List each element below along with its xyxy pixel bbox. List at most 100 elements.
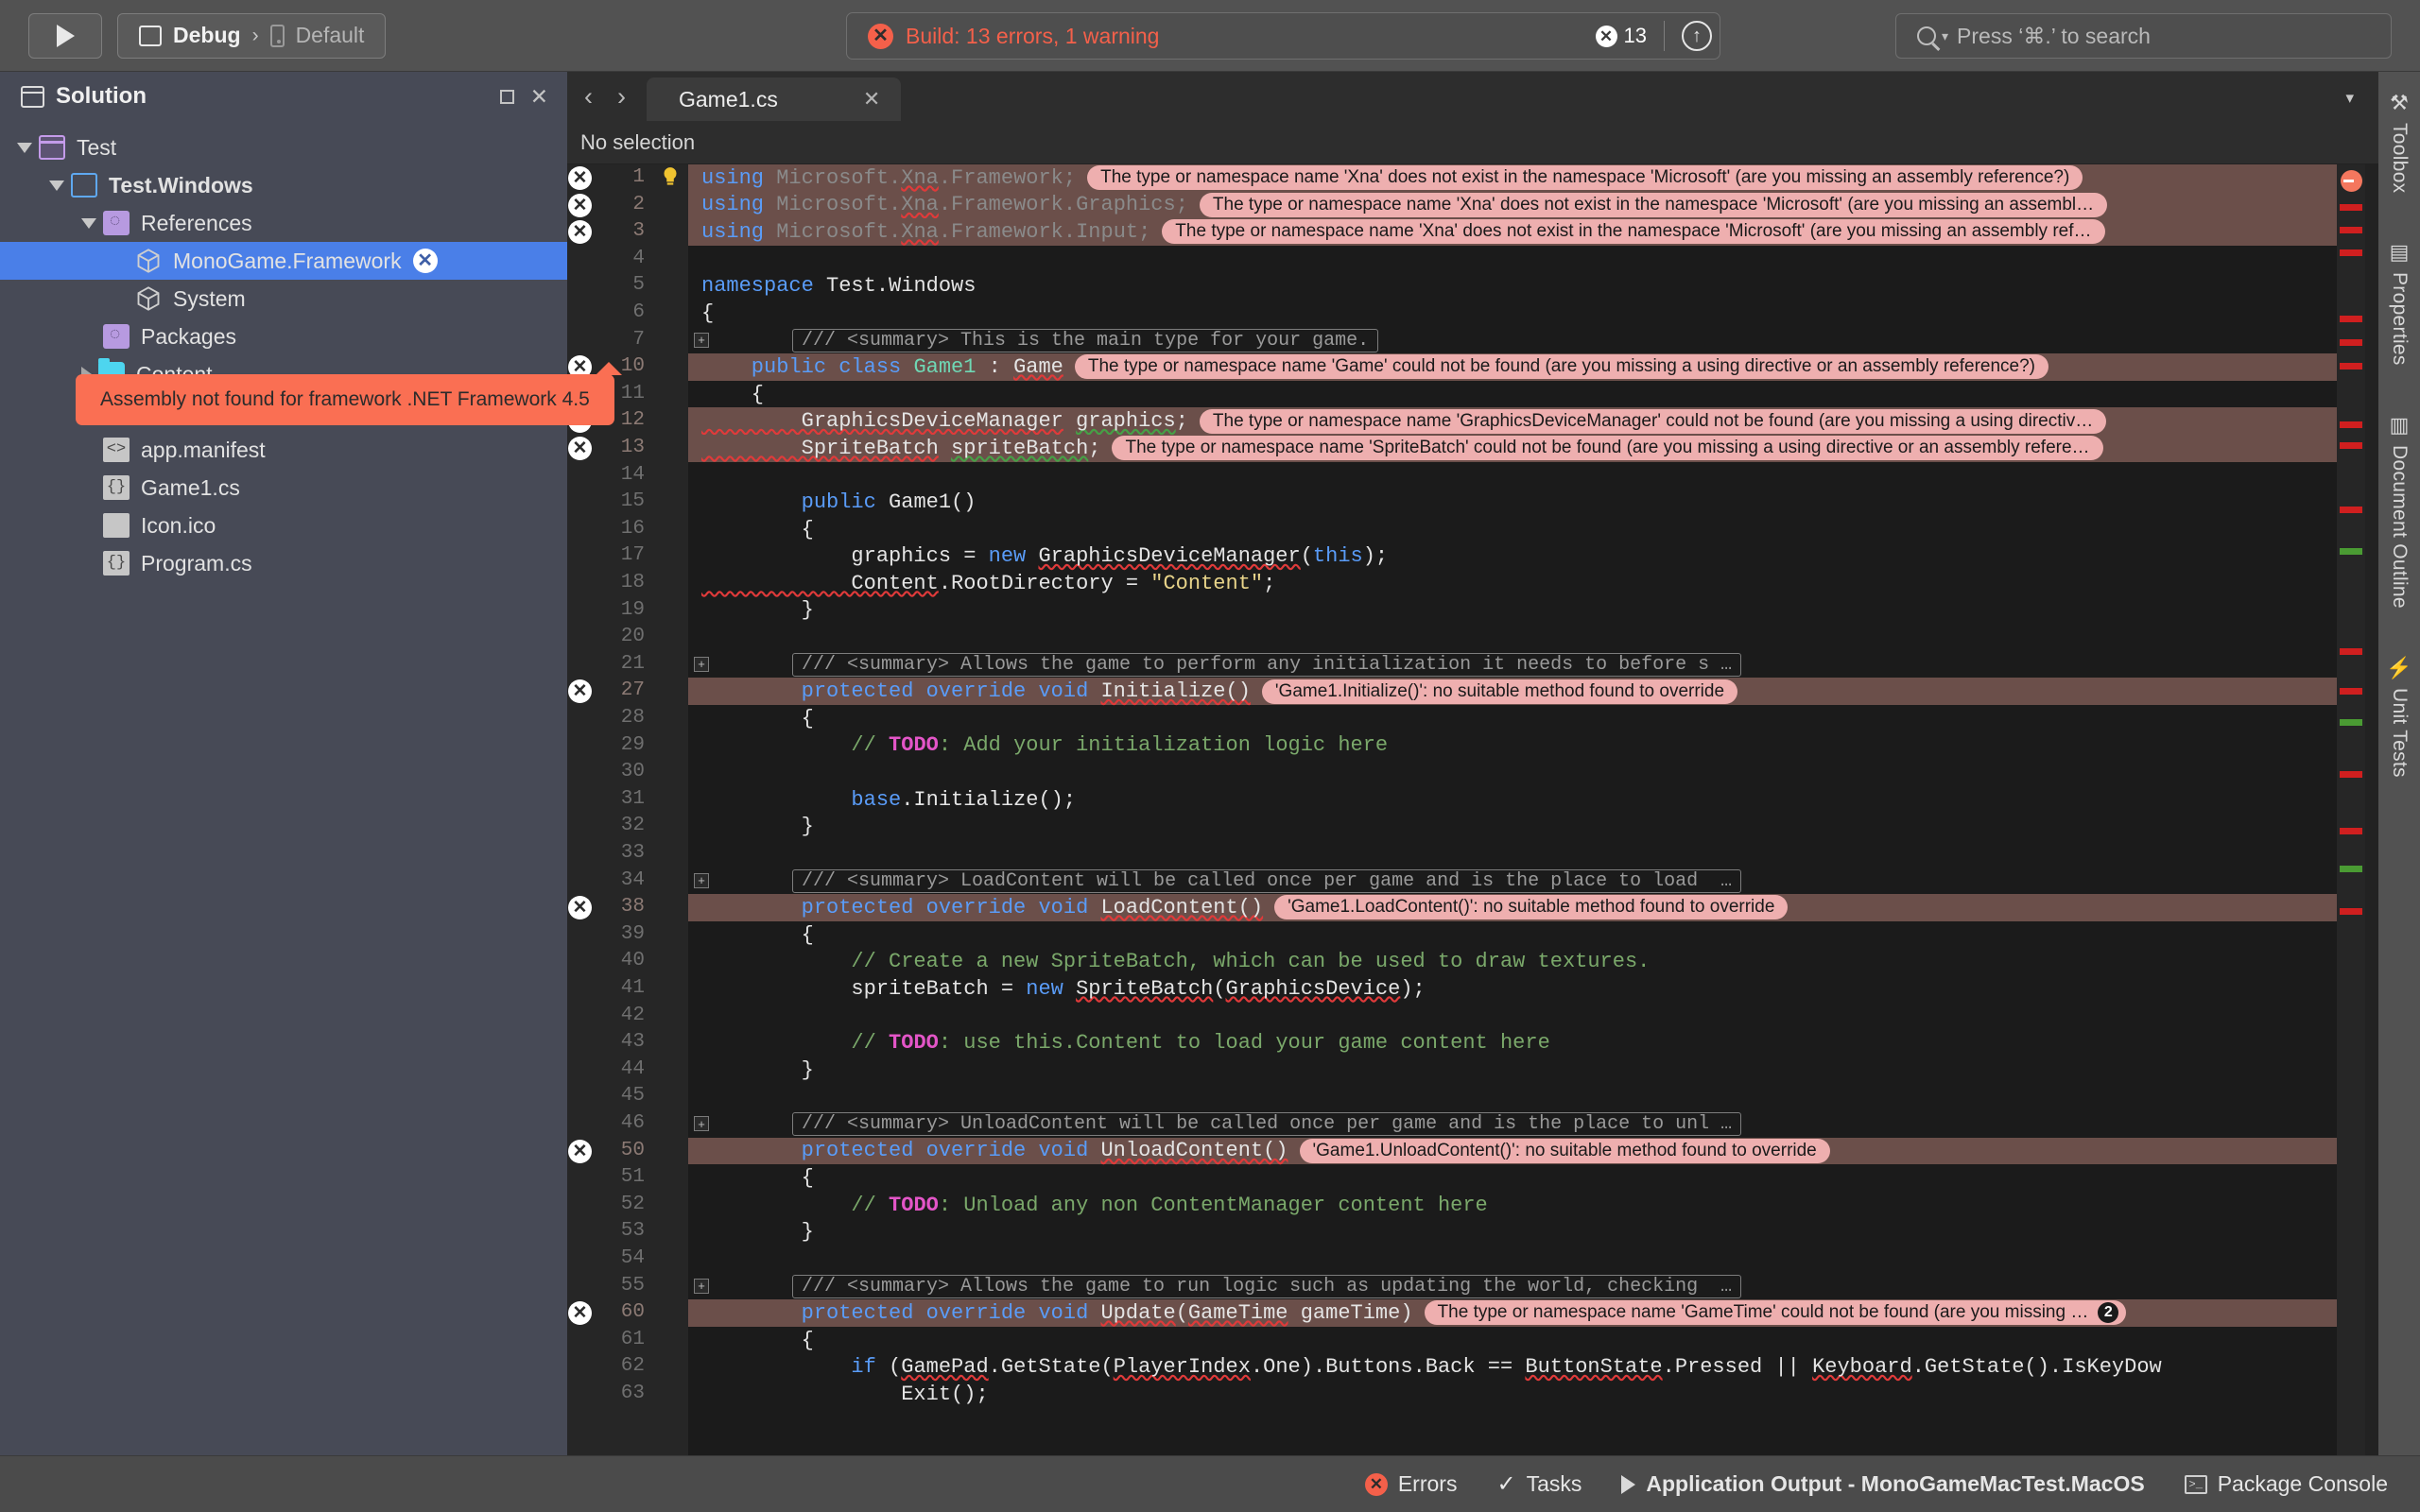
- tree-item-game1-cs[interactable]: {} Game1.cs: [0, 469, 567, 507]
- inline-error-message[interactable]: The type or namespace name 'GraphicsDevi…: [1199, 408, 2107, 434]
- marker-red[interactable]: [2340, 828, 2362, 834]
- code-line[interactable]: /// <summary> LoadContent will be called…: [688, 868, 2337, 895]
- code-line[interactable]: public class Game1 : Game The type or nam…: [688, 353, 2337, 381]
- status-application-output[interactable]: Application Output - MonoGameMacTest.Mac…: [1621, 1471, 2145, 1497]
- disclosure-triangle-icon[interactable]: [17, 142, 32, 153]
- tree-item-test-windows[interactable]: Test.Windows: [0, 166, 567, 204]
- rail-item-properties[interactable]: ▤ Properties: [2388, 242, 2411, 366]
- tree-item-test[interactable]: Test: [0, 129, 567, 166]
- code-line[interactable]: protected override void UnloadContent() '…: [688, 1137, 2337, 1165]
- marker-green[interactable]: [2340, 548, 2362, 555]
- inline-error-message[interactable]: The type or namespace name 'Xna' does no…: [1162, 219, 2105, 245]
- code-lines-container[interactable]: using Microsoft.Xna.Framework; The type o…: [688, 164, 2337, 1455]
- fold-expand-icon[interactable]: +: [694, 1116, 709, 1131]
- code-line[interactable]: if (GamePad.GetState(PlayerIndex.One).Bu…: [688, 1353, 2337, 1381]
- tree-item-references[interactable]: References: [0, 204, 567, 242]
- code-line[interactable]: Content.RootDirectory = "Content";: [688, 570, 2337, 597]
- code-line[interactable]: [688, 1003, 2337, 1030]
- code-line[interactable]: {: [688, 921, 2337, 949]
- code-line[interactable]: [688, 462, 2337, 490]
- back-icon[interactable]: ‹: [584, 84, 593, 110]
- breadcrumb[interactable]: No selection: [567, 121, 2378, 164]
- marker-red[interactable]: [2340, 442, 2362, 449]
- code-line[interactable]: // TODO: Add your initialization logic h…: [688, 732, 2337, 760]
- marker-red[interactable]: [2340, 316, 2362, 322]
- code-line[interactable]: // Create a new SpriteBatch, which can b…: [688, 948, 2337, 975]
- inline-error-message[interactable]: 'Game1.UnloadContent()': no suitable met…: [1299, 1138, 1830, 1163]
- code-line[interactable]: protected override void Update(GameTime …: [688, 1299, 2337, 1327]
- folded-summary[interactable]: /// <summary> UnloadContent will be call…: [792, 1112, 1742, 1137]
- marker-red[interactable]: [2340, 249, 2362, 256]
- marker-red[interactable]: [2340, 227, 2362, 233]
- status-tasks[interactable]: ✓ Tasks: [1496, 1470, 1582, 1498]
- folded-summary[interactable]: /// <summary> Allows the game to run log…: [792, 1274, 1742, 1298]
- code-line[interactable]: }: [688, 813, 2337, 840]
- marker-red[interactable]: [2340, 771, 2362, 778]
- marker-red[interactable]: [2340, 339, 2362, 346]
- run-button[interactable]: [28, 12, 102, 59]
- rail-item-toolbox[interactable]: ⚒ Toolbox: [2388, 93, 2411, 194]
- vertical-scrollbar[interactable]: [2365, 164, 2378, 1455]
- code-line[interactable]: spriteBatch = new SpriteBatch(GraphicsDe…: [688, 975, 2337, 1003]
- code-line[interactable]: public Game1(): [688, 489, 2337, 516]
- tab-game1-cs[interactable]: Game1.cs ✕: [647, 77, 902, 121]
- rail-item-document-outline[interactable]: ▥ Document Outline: [2388, 415, 2411, 609]
- code-line[interactable]: /// <summary> Allows the game to run log…: [688, 1273, 2337, 1300]
- code-line[interactable]: [688, 1246, 2337, 1273]
- tree-item-system[interactable]: System: [0, 280, 567, 318]
- lightbulb-icon[interactable]: [658, 165, 683, 190]
- tree-item-packages[interactable]: Packages: [0, 318, 567, 355]
- line-error-icon[interactable]: ✕: [568, 166, 592, 190]
- tree-item-monogame-framework[interactable]: MonoGame.Framework ✕: [0, 242, 567, 280]
- inline-error-message[interactable]: The type or namespace name 'Game' could …: [1074, 354, 2048, 380]
- disclosure-triangle-icon[interactable]: [81, 217, 96, 229]
- fold-expand-icon[interactable]: +: [694, 656, 709, 672]
- code-line[interactable]: Exit();: [688, 1381, 2337, 1408]
- rail-item-unit-tests[interactable]: ⚡ Unit Tests: [2386, 658, 2411, 778]
- error-marker-bar[interactable]: [2337, 164, 2365, 1455]
- code-line[interactable]: [688, 840, 2337, 868]
- code-line[interactable]: [688, 246, 2337, 273]
- code-line[interactable]: [688, 759, 2337, 786]
- inline-error-message[interactable]: The type or namespace name 'Xna' does no…: [1087, 165, 2083, 191]
- marker-red[interactable]: [2340, 688, 2362, 695]
- line-error-icon[interactable]: ✕: [568, 193, 592, 217]
- close-icon[interactable]: ✕: [530, 85, 548, 108]
- code-line[interactable]: // TODO: Unload any non ContentManager c…: [688, 1192, 2337, 1219]
- code-line[interactable]: /// <summary> This is the main type for …: [688, 327, 2337, 354]
- code-line[interactable]: }: [688, 1057, 2337, 1084]
- search-input[interactable]: ▾ Press ‘⌘.’ to search: [1895, 13, 2392, 59]
- upload-icon[interactable]: ↑: [1682, 21, 1712, 51]
- code-line[interactable]: using Microsoft.Xna.Framework.Graphics; T…: [688, 191, 2337, 219]
- code-line[interactable]: using Microsoft.Xna.Framework; The type o…: [688, 164, 2337, 192]
- code-line[interactable]: {: [688, 516, 2337, 543]
- code-line[interactable]: {: [688, 1327, 2337, 1354]
- code-line[interactable]: {: [688, 1164, 2337, 1192]
- folded-summary[interactable]: /// <summary> This is the main type for …: [792, 328, 1379, 352]
- configuration-selector[interactable]: Debug › Default: [117, 12, 387, 59]
- code-line[interactable]: base.Initialize();: [688, 786, 2337, 814]
- minimize-icon[interactable]: [499, 89, 514, 104]
- marker-green[interactable]: [2340, 866, 2362, 872]
- code-line[interactable]: protected override void Initialize() 'Gam…: [688, 678, 2337, 705]
- folded-summary[interactable]: /// <summary> Allows the game to perform…: [792, 653, 1742, 678]
- fold-expand-icon[interactable]: +: [694, 332, 709, 348]
- tree-item-program-cs[interactable]: {} Program.cs: [0, 544, 567, 582]
- marker-red[interactable]: [2340, 204, 2362, 211]
- code-line[interactable]: using Microsoft.Xna.Framework.Input; The …: [688, 218, 2337, 246]
- code-line[interactable]: /// <summary> Allows the game to perform…: [688, 651, 2337, 679]
- close-icon[interactable]: ✕: [863, 89, 880, 110]
- code-line[interactable]: /// <summary> UnloadContent will be call…: [688, 1110, 2337, 1138]
- code-line[interactable]: }: [688, 597, 2337, 625]
- status-package-console[interactable]: >_ Package Console: [2184, 1471, 2388, 1497]
- code-line[interactable]: [688, 1083, 2337, 1110]
- tree-item-icon-ico[interactable]: Icon.ico: [0, 507, 567, 544]
- folded-summary[interactable]: /// <summary> LoadContent will be called…: [792, 868, 1742, 893]
- disclosure-triangle-icon[interactable]: [49, 180, 64, 191]
- inline-error-message[interactable]: The type or namespace name 'Xna' does no…: [1199, 192, 2108, 217]
- code-line[interactable]: }: [688, 1218, 2337, 1246]
- inline-error-message[interactable]: 'Game1.Initialize()': no suitable method…: [1261, 679, 1738, 704]
- marker-red[interactable]: [2340, 648, 2362, 655]
- code-line[interactable]: namespace Test.Windows: [688, 272, 2337, 300]
- inline-error-message[interactable]: The type or namespace name 'GameTime' co…: [1424, 1300, 2127, 1326]
